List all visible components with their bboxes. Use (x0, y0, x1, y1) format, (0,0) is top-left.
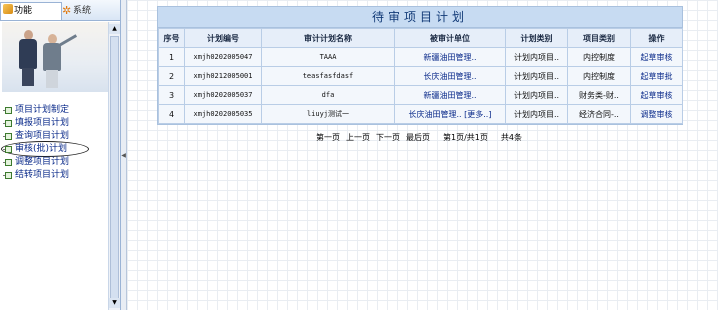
plans-table: 序号 计划编号 审计计划名称 被审计单位 计划类别 项目类别 操作 1 xmjh… (158, 28, 683, 124)
banner-person-1-legs (22, 68, 34, 86)
menu-item-plan-fill[interactable]: 填报项目计划 (3, 117, 107, 130)
column-header-plan-type: 计划类别 (505, 28, 568, 48)
cell-unit-link[interactable]: 长庆油田管理.. [更多..] (394, 104, 506, 124)
cell-project-type: 经济合同-.. (567, 104, 631, 124)
action-link[interactable]: 起草审核 (630, 47, 683, 67)
document-icon (5, 133, 12, 140)
column-header-name: 审计计划名称 (261, 28, 395, 48)
pending-plans-panel: 待审项目计划 序号 计划编号 审计计划名称 被审计单位 计划类别 项目类别 操作… (157, 6, 683, 125)
pager-total: 共4条 (500, 133, 522, 142)
column-header-unit: 被审计单位 (394, 28, 506, 48)
action-link[interactable]: 起草审核 (630, 85, 683, 105)
pagination: 第一页 上一页 下一页 最后页 第1页/共1页 共4条 (157, 132, 681, 143)
menu-item-label: 填报项目计划 (15, 118, 70, 128)
menu-item-plan-review[interactable]: 审核(批)计划 (1, 141, 107, 157)
cell-no: 1 (158, 47, 185, 67)
cell-plan-type: 计划内项目.. (505, 47, 568, 67)
column-header-project-type: 项目类别 (567, 28, 631, 48)
cell-code: xmjh0202005037 (184, 85, 262, 105)
column-header-action: 操作 (630, 28, 683, 48)
pager-prev[interactable]: 上一页 (346, 133, 370, 142)
document-icon (5, 120, 12, 127)
column-header-code: 计划编号 (184, 28, 262, 48)
sidebar-scrollbar[interactable]: ▲ ▼ (108, 22, 120, 310)
system-gear-icon: ✲ (62, 4, 72, 17)
tab-system[interactable]: ✲ 系统 (60, 2, 114, 19)
banner-person-2-legs (46, 70, 58, 88)
highlight-oval (1, 141, 89, 157)
document-icon (5, 107, 12, 114)
table-row: 3 xmjh0202005037 dfa 新疆油田管理.. 计划内项目.. 财务… (158, 85, 683, 105)
collapse-arrow-icon[interactable]: ◀ (121, 150, 126, 162)
menu-item-plan-adjust[interactable]: 调整项目计划 (3, 156, 107, 169)
scroll-up-arrow-icon[interactable]: ▲ (109, 24, 120, 34)
menu-item-label: 结转项目计划 (15, 170, 70, 180)
tab-system-label: 系统 (73, 6, 92, 16)
menu-item-plan-carryover[interactable]: 结转项目计划 (3, 169, 107, 182)
action-link[interactable]: 起草审批 (630, 66, 683, 86)
scrollbar-thumb[interactable] (110, 36, 119, 304)
pager-page-info: 第1页/共1页 (443, 133, 488, 142)
cell-code: xmjh0212005001 (184, 66, 262, 86)
pager-next[interactable]: 下一页 (376, 133, 400, 142)
cell-no: 2 (158, 66, 185, 86)
main-content: 待审项目计划 序号 计划编号 审计计划名称 被审计单位 计划类别 项目类别 操作… (127, 0, 718, 310)
table-row: 4 xmjh0202005035 liuyj测试一 长庆油田管理.. [更多..… (158, 104, 683, 124)
cell-no: 3 (158, 85, 185, 105)
menu-item-label: 查询项目计划 (15, 131, 70, 141)
cell-name: dfa (261, 85, 395, 105)
cell-code: xmjh0202005047 (184, 47, 262, 67)
cell-project-type: 内控制度 (567, 66, 631, 86)
sidebar-banner-image (2, 22, 108, 92)
cell-code: xmjh0202005035 (184, 104, 262, 124)
cell-project-type: 财务类-财.. (567, 85, 631, 105)
cell-unit-link[interactable]: 新疆油田管理.. (394, 47, 506, 67)
table-header-row: 序号 计划编号 审计计划名称 被审计单位 计划类别 项目类别 操作 (158, 28, 683, 48)
banner-person-2-arm (58, 34, 78, 47)
menu-item-label: 调整项目计划 (15, 157, 70, 167)
document-icon (5, 172, 12, 179)
cell-no: 4 (158, 104, 185, 124)
tab-function-label: 功能 (14, 6, 33, 16)
cell-name: liuyj测试一 (261, 104, 395, 124)
banner-person-1-body (19, 39, 37, 69)
table-row: 2 xmjh0212005001 teasfasfdasf 长庆油田管理.. 计… (158, 66, 683, 86)
cell-plan-type: 计划内项目.. (505, 66, 568, 86)
column-header-no: 序号 (158, 28, 185, 48)
cell-project-type: 内控制度 (567, 47, 631, 67)
page-title: 待审项目计划 (158, 7, 682, 28)
function-icon (3, 4, 13, 14)
cell-plan-type: 计划内项目.. (505, 104, 568, 124)
banner-person-2-body (43, 43, 61, 71)
menu-item-label: 项目计划制定 (15, 105, 70, 115)
cell-name: teasfasfdasf (261, 66, 395, 86)
sidebar-tabs: 功能 ✲ 系统 (0, 0, 120, 21)
table-row: 1 xmjh0202005047 TAAA 新疆油田管理.. 计划内项目.. 内… (158, 47, 683, 67)
menu-item-plan-create[interactable]: 项目计划制定 (3, 104, 107, 117)
pager-first[interactable]: 第一页 (316, 133, 340, 142)
left-sidebar: 功能 ✲ 系统 项目计划制定 填报项目计划 查询项目计划 审核(批)计划 调整项… (0, 0, 121, 310)
cell-plan-type: 计划内项目.. (505, 85, 568, 105)
scroll-down-arrow-icon[interactable]: ▼ (109, 298, 120, 308)
sidebar-menu: 项目计划制定 填报项目计划 查询项目计划 审核(批)计划 调整项目计划 结转项目… (1, 104, 107, 182)
cell-unit-link[interactable]: 新疆油田管理.. (394, 85, 506, 105)
document-icon (5, 146, 12, 153)
pager-last[interactable]: 最后页 (406, 133, 430, 142)
document-icon (5, 159, 12, 166)
action-link[interactable]: 调整审核 (630, 104, 683, 124)
cell-unit-link[interactable]: 长庆油田管理.. (394, 66, 506, 86)
cell-name: TAAA (261, 47, 395, 67)
tab-function[interactable]: 功能 (0, 2, 62, 20)
